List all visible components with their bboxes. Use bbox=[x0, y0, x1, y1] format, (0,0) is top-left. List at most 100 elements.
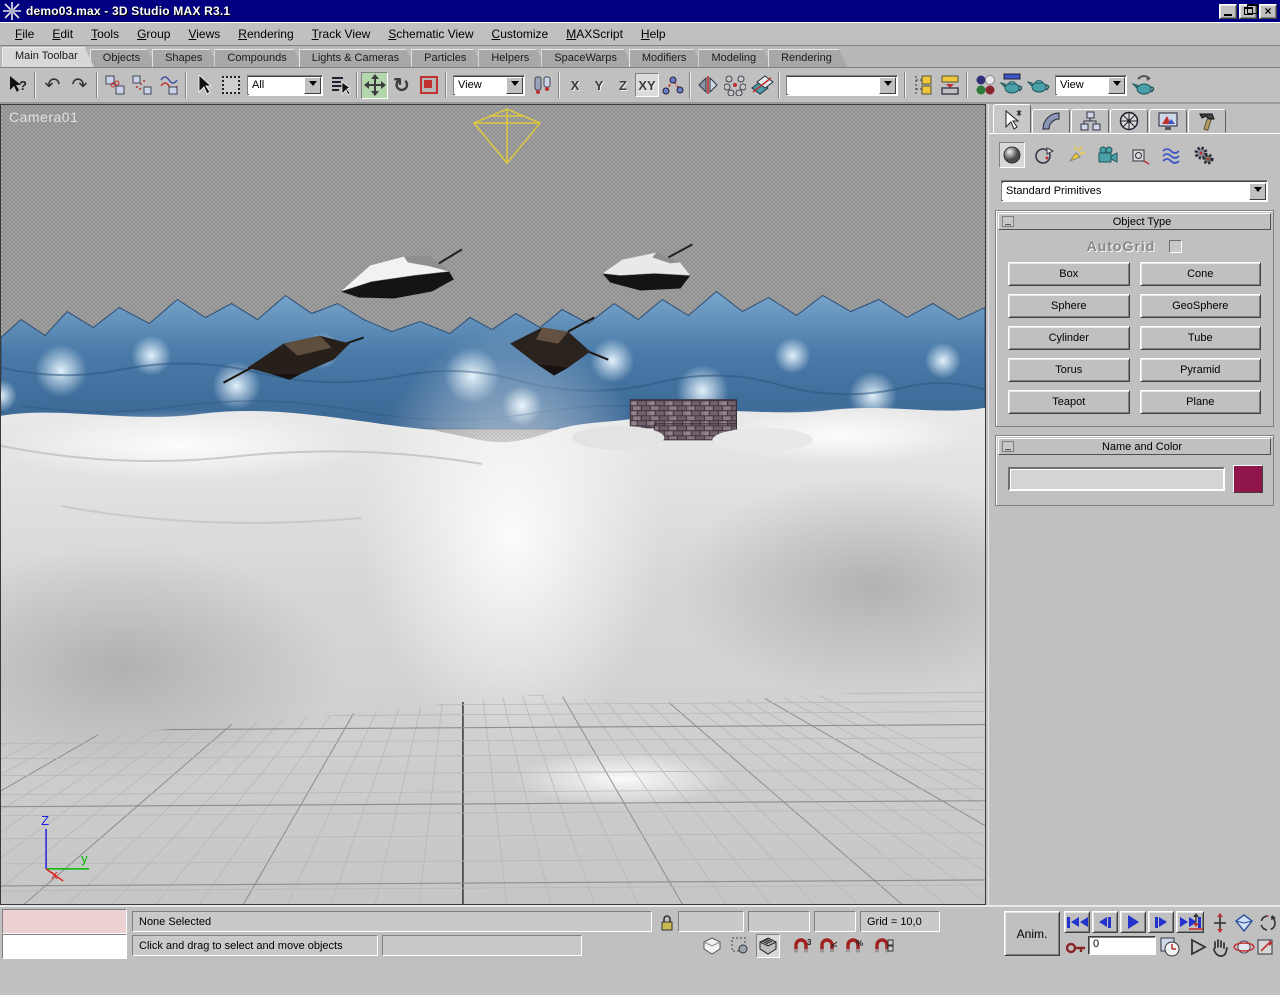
track-view-button[interactable] bbox=[909, 72, 936, 99]
next-frame-button[interactable] bbox=[1148, 911, 1174, 933]
snap-toggle-percent[interactable]: % bbox=[842, 934, 866, 958]
undo-button[interactable]: ↶ bbox=[39, 72, 66, 99]
align-button[interactable] bbox=[748, 72, 775, 99]
menu-maxscript[interactable]: MAXScript bbox=[557, 25, 632, 43]
helpers-category-button[interactable] bbox=[1127, 142, 1153, 168]
tab-shapes[interactable]: Shapes bbox=[152, 49, 218, 67]
help-mode-button[interactable]: ? bbox=[4, 72, 31, 99]
tube-button[interactable]: Tube bbox=[1140, 326, 1262, 350]
geosphere-button[interactable]: GeoSphere bbox=[1140, 294, 1262, 318]
sphere-button[interactable]: Sphere bbox=[1008, 294, 1130, 318]
zoom-extents-all-button[interactable] bbox=[1184, 911, 1208, 934]
spaceship-white-left[interactable] bbox=[341, 249, 462, 298]
menu-track-view[interactable]: Track View bbox=[303, 25, 380, 43]
named-selection-dropdown-button[interactable] bbox=[879, 77, 896, 94]
render-scene-button[interactable] bbox=[998, 72, 1025, 99]
schematic-view-button[interactable] bbox=[936, 72, 963, 99]
cylinder-button[interactable]: Cylinder bbox=[1008, 326, 1130, 350]
tab-hierarchy[interactable] bbox=[1071, 109, 1109, 133]
field-of-view-button[interactable] bbox=[1256, 911, 1280, 934]
menu-group[interactable]: Group bbox=[128, 25, 179, 43]
lights-category-button[interactable] bbox=[1063, 142, 1089, 168]
box-button[interactable]: Box bbox=[1008, 262, 1130, 286]
truck-camera-button[interactable] bbox=[1186, 935, 1210, 958]
restrict-y-button[interactable]: Y bbox=[587, 73, 611, 97]
selection-filter-combo[interactable]: All bbox=[247, 75, 323, 96]
spacewarps-category-button[interactable] bbox=[1159, 142, 1185, 168]
select-and-scale-button[interactable] bbox=[415, 72, 442, 99]
camera-gizmo[interactable] bbox=[474, 109, 540, 163]
tab-compounds[interactable]: Compounds bbox=[214, 49, 302, 67]
array-button[interactable] bbox=[721, 72, 748, 99]
menu-schematic-view[interactable]: Schematic View bbox=[379, 25, 482, 43]
current-frame-field[interactable]: 0 bbox=[1088, 936, 1156, 955]
region-zoom-button[interactable] bbox=[1254, 935, 1278, 958]
snap-toggle-angle[interactable] bbox=[816, 934, 840, 958]
bind-to-spacewarp-button[interactable] bbox=[155, 72, 182, 99]
teapot-button[interactable]: Teapot bbox=[1008, 390, 1130, 414]
menu-views[interactable]: Views bbox=[179, 25, 229, 43]
material-editor-button[interactable] bbox=[971, 72, 998, 99]
select-by-name-button[interactable] bbox=[326, 72, 353, 99]
select-object-button[interactable] bbox=[190, 72, 217, 99]
set-key-button[interactable] bbox=[1064, 936, 1088, 960]
plane-button[interactable]: Plane bbox=[1140, 390, 1262, 414]
mirror-button[interactable] bbox=[694, 72, 721, 99]
autogrid-checkbox[interactable] bbox=[1169, 240, 1182, 253]
shapes-category-button[interactable] bbox=[1031, 142, 1057, 168]
crossing-window-toggle[interactable] bbox=[756, 934, 780, 958]
cameras-category-button[interactable] bbox=[1095, 142, 1121, 168]
object-type-rollout-header[interactable]: _ Object Type bbox=[998, 213, 1271, 230]
use-pivot-point-button[interactable] bbox=[528, 72, 555, 99]
close-button[interactable]: × bbox=[1259, 4, 1277, 19]
tab-utilities[interactable] bbox=[1188, 109, 1226, 133]
viewport-label[interactable]: Camera01 bbox=[9, 109, 78, 125]
torus-button[interactable]: Torus bbox=[1008, 358, 1130, 382]
restrict-xy-plane-button[interactable]: XY bbox=[635, 73, 659, 97]
menu-tools[interactable]: Tools bbox=[82, 25, 128, 43]
animate-button[interactable]: Anim. bbox=[1004, 911, 1060, 956]
maxscript-mini-listener-white[interactable] bbox=[2, 934, 127, 959]
render-type-combo[interactable]: View bbox=[1055, 75, 1127, 96]
primitive-category-dropdown-button[interactable] bbox=[1249, 183, 1266, 200]
geometry-category-button[interactable] bbox=[999, 142, 1025, 168]
restore-button[interactable] bbox=[1239, 4, 1257, 19]
object-name-input[interactable] bbox=[1008, 467, 1225, 491]
tab-spacewarps[interactable]: SpaceWarps bbox=[541, 49, 633, 67]
menu-help[interactable]: Help bbox=[632, 25, 675, 43]
tab-particles[interactable]: Particles bbox=[411, 49, 482, 67]
quick-render-button[interactable] bbox=[1025, 72, 1052, 99]
menu-edit[interactable]: Edit bbox=[43, 25, 82, 43]
go-to-start-button[interactable] bbox=[1064, 911, 1090, 933]
pan-button[interactable] bbox=[1208, 935, 1232, 958]
ik-toggle-button[interactable] bbox=[659, 72, 686, 99]
degradation-override-button[interactable] bbox=[700, 934, 724, 958]
render-type-dropdown-button[interactable] bbox=[1108, 77, 1125, 94]
redo-button[interactable]: ↷ bbox=[66, 72, 93, 99]
selection-filter-dropdown-button[interactable] bbox=[304, 77, 321, 94]
reference-coordinate-combo[interactable]: View bbox=[453, 75, 525, 96]
pyramid-button[interactable]: Pyramid bbox=[1140, 358, 1262, 382]
selection-filter-region-button[interactable] bbox=[728, 934, 752, 958]
snap-toggle-spinner[interactable] bbox=[872, 934, 896, 958]
coord-dropdown-button[interactable] bbox=[506, 77, 523, 94]
tab-lights-cameras[interactable]: Lights & Cameras bbox=[299, 49, 415, 67]
tab-motion[interactable] bbox=[1110, 109, 1148, 133]
menu-customize[interactable]: Customize bbox=[483, 25, 558, 43]
minimize-button[interactable] bbox=[1219, 4, 1237, 19]
menu-file[interactable]: File bbox=[6, 25, 43, 43]
camera-viewport[interactable]: Z y x Camera01 bbox=[0, 104, 986, 905]
select-and-rotate-button[interactable]: ↻ bbox=[388, 72, 415, 99]
tab-helpers[interactable]: Helpers bbox=[478, 49, 545, 67]
link-button[interactable] bbox=[101, 72, 128, 99]
tab-main-toolbar[interactable]: Main Toolbar bbox=[2, 47, 94, 67]
name-color-rollout-header[interactable]: _ Name and Color bbox=[998, 438, 1271, 455]
cone-button[interactable]: Cone bbox=[1140, 262, 1262, 286]
select-and-move-button[interactable] bbox=[361, 72, 388, 99]
tab-objects[interactable]: Objects bbox=[90, 49, 156, 67]
arc-rotate-button[interactable] bbox=[1232, 935, 1256, 958]
rectangular-selection-region-button[interactable] bbox=[217, 72, 244, 99]
named-selection-combo[interactable] bbox=[786, 75, 898, 96]
rollout-collapse-icon[interactable]: _ bbox=[1002, 441, 1014, 452]
selection-lock-toggle[interactable] bbox=[655, 911, 679, 935]
